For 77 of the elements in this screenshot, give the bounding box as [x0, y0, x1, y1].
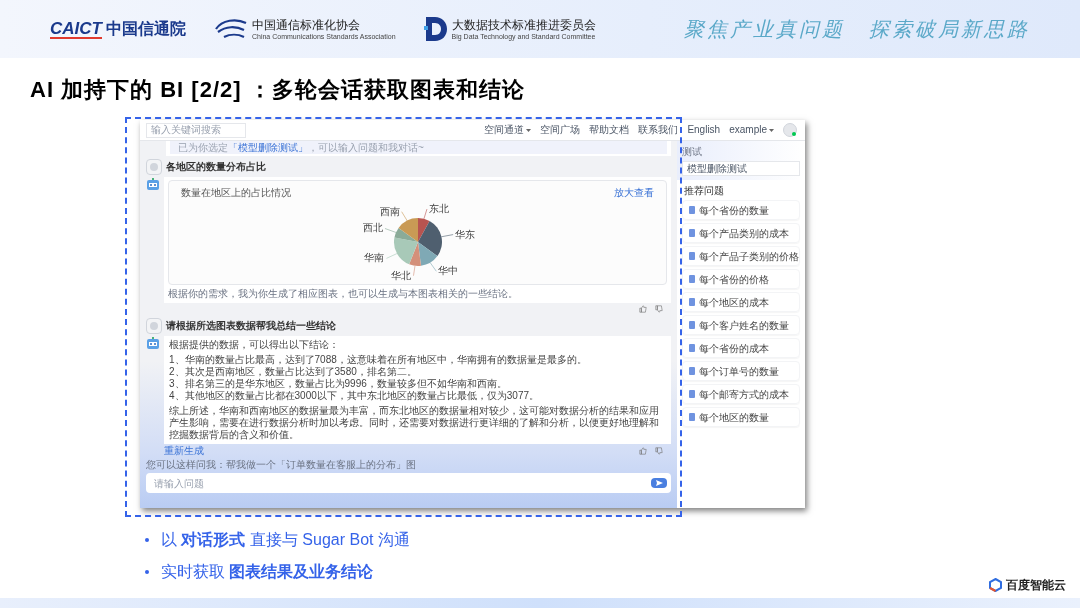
conclusion-point: 1、华南的数量占比最高，达到了7088，这意味着在所有地区中，华南拥有的数据量是最多的。 — [169, 354, 588, 366]
recommended-question[interactable]: 每个地区的成本 — [682, 292, 800, 312]
nav-link[interactable]: 帮助文档 — [589, 125, 630, 135]
organization-name: 大数据技术标准推进委员会 — [451, 18, 596, 31]
slide-title: AI 加持下的 BI [2/2] ：多轮会话获取图表和结论 — [29, 75, 526, 104]
document-icon — [689, 252, 695, 260]
organization-name: 中国通信标准化协会 — [251, 18, 361, 31]
recommended-question[interactable]: 每个邮寄方式的成本 — [682, 384, 800, 404]
nav-link[interactable]: example — [729, 125, 774, 135]
nav-link[interactable]: 空间通道 — [484, 125, 532, 135]
thumbs-down-icon[interactable] — [655, 305, 663, 313]
recommended-question[interactable]: 每个省份的价格 — [682, 269, 800, 289]
user-question: 请根据所选图表数据帮我总结一些结论 — [166, 319, 336, 333]
regenerate-link[interactable]: 重新生成 — [164, 444, 204, 457]
recommended-question[interactable]: 每个产品类别的成本 — [682, 223, 800, 243]
send-button[interactable] — [651, 478, 667, 488]
sidebar-label: 测试 — [682, 145, 703, 159]
suggestion-text: 您可以这样问我：帮我做一个「订单数量在客服上的分布」图 — [146, 458, 417, 471]
document-icon — [689, 344, 695, 352]
slice-label: 华中 — [437, 265, 458, 277]
thumbs-up-icon[interactable] — [639, 305, 647, 313]
conclusion-point: 2、其次是西南地区，数量占比达到了3580，排名第二。 — [169, 366, 418, 378]
footer-logo-text: 百度智能云 — [1006, 577, 1066, 594]
document-icon — [689, 298, 695, 306]
document-icon — [689, 367, 695, 375]
document-icon — [689, 321, 695, 329]
slice-label: 华南 — [363, 252, 384, 264]
document-icon — [689, 413, 695, 421]
slice-label: 华东 — [454, 228, 475, 240]
thumbs-up-icon[interactable] — [639, 446, 647, 455]
nav-link[interactable]: 空间广场 — [540, 125, 581, 135]
recommended-question[interactable]: 每个省份的成本 — [682, 338, 800, 358]
user-question: 各地区的数量分布占比 — [166, 160, 266, 174]
chart-title: 数量在地区上的占比情况 — [181, 186, 291, 200]
document-icon — [689, 206, 695, 214]
intro-message: 已为你选定「模型删除测试」，可以输入问题和我对话~ — [170, 141, 667, 154]
recommended-heading: 推荐问题 — [683, 184, 725, 198]
avatar[interactable] — [783, 123, 797, 137]
slogan: 聚焦产业真问题 — [684, 17, 845, 42]
conclusion-point: 3、排名第三的是华东地区，数量占比为9996，数量较多但不如华南和西南。 — [169, 378, 508, 390]
user-avatar — [146, 318, 162, 334]
answer-intro: 根据提供的数据，可以得出以下结论： — [169, 339, 340, 351]
recommended-question[interactable]: 每个产品子类别的价格 — [682, 246, 800, 266]
nav-link[interactable]: English — [687, 125, 721, 135]
cube-logo-icon — [989, 578, 1002, 592]
summary-paragraph: 综上所述，华南和西南地区的数据量最为丰富，而东北地区的数据量相对较少，这可能对数据分析的结果和应用产生影响，需要在进行数据分析时加以考虑。同时，还需要对数据进行更详细的了解和分析，以便更好地理解和挖掘数据背后的含义和价值。 — [169, 405, 660, 441]
recommended-question[interactable]: 每个省份的数量 — [682, 200, 800, 220]
document-icon — [689, 229, 695, 237]
document-icon — [689, 275, 695, 283]
thumbs-down-icon[interactable] — [655, 446, 663, 455]
nav-link[interactable]: 联系我们 — [638, 125, 679, 135]
slogan: 探索破局新思路 — [869, 17, 1030, 42]
model-link[interactable]: 「模型删除测试」 — [228, 142, 308, 153]
send-icon — [655, 480, 663, 486]
recommended-question[interactable]: 每个客户姓名的数量 — [682, 315, 800, 335]
caict-logo: CAICT — [50, 19, 102, 39]
slice-label: 西南 — [379, 205, 400, 217]
swoosh-logo-icon — [213, 18, 248, 40]
robot-icon — [146, 336, 160, 350]
slice-label: 东北 — [428, 203, 449, 215]
answer-caption: 根据你的需求，我为你生成了相应图表，也可以生成与本图表相关的一些结论。 — [168, 287, 519, 300]
conclusion-point: 4、其他地区的数量占比都在3000以下，其中东北地区的数量占比最低，仅为3077。 — [169, 390, 541, 402]
organization-name: 中国信通院 — [105, 19, 186, 39]
bullet-text: 实时获取 图表结果及业务结论 — [161, 562, 374, 582]
caret-icon — [769, 128, 774, 132]
bullet-text: 以 对话形式 直接与 Sugar Bot 沟通 — [161, 530, 410, 550]
document-icon — [689, 390, 695, 398]
model-field[interactable]: 模型删除测试 — [682, 161, 800, 176]
slice-label: 华北 — [391, 269, 411, 281]
caret-icon — [526, 128, 532, 132]
robot-icon — [146, 177, 160, 191]
slice-label: 西北 — [362, 222, 383, 234]
zoom-link[interactable]: 放大查看 — [614, 185, 654, 200]
user-avatar — [146, 159, 162, 175]
recommended-question[interactable]: 每个订单号的数量 — [682, 361, 800, 381]
d-letter-logo-icon — [423, 16, 448, 42]
recommended-question[interactable]: 每个地区的数量 — [682, 407, 800, 427]
